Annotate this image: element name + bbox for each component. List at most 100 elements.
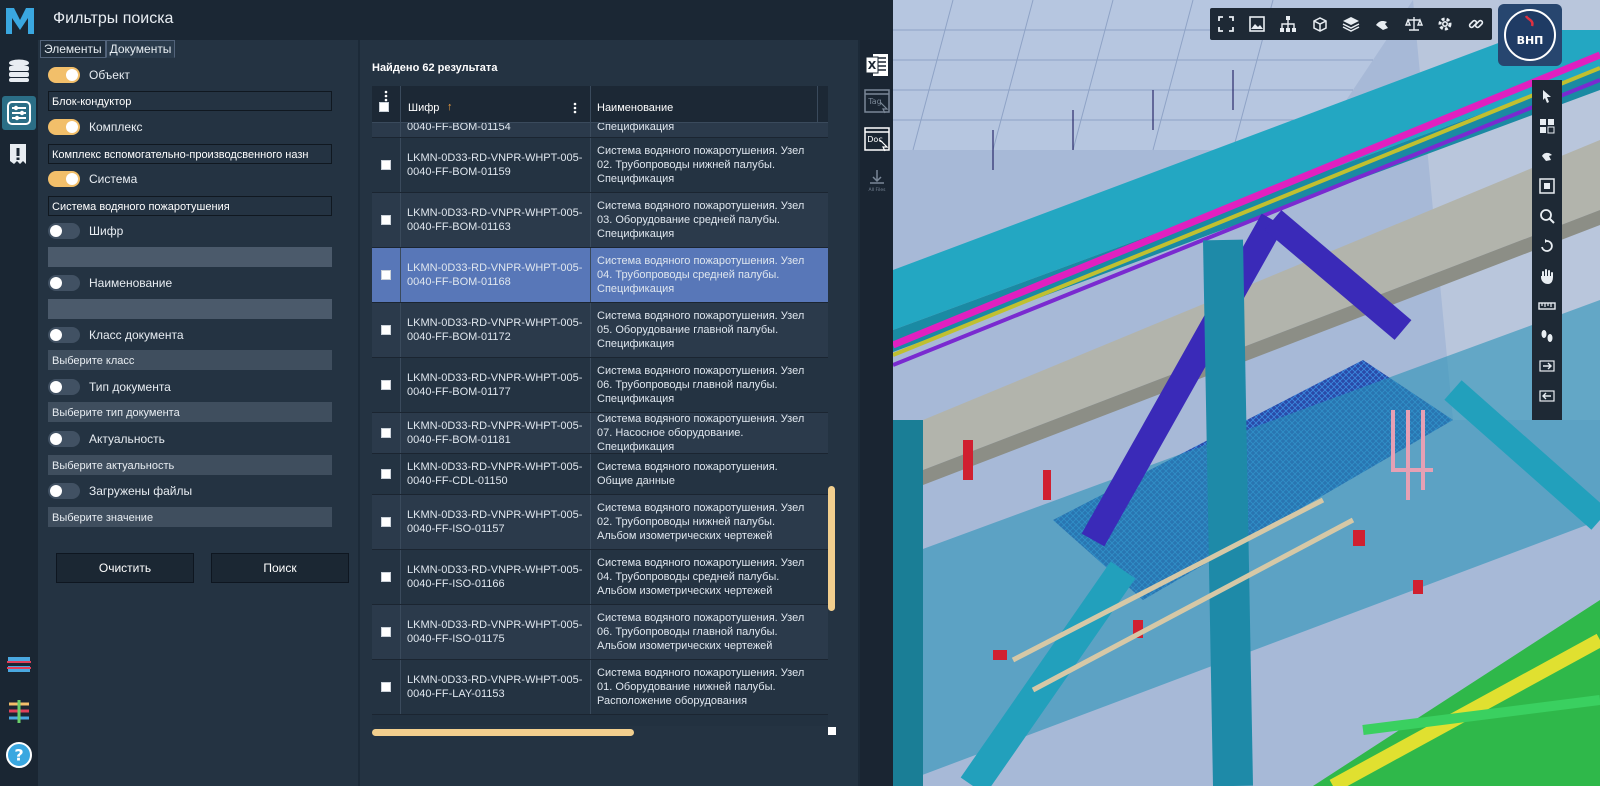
column-menu-icon[interactable] <box>384 90 388 102</box>
tab-documents[interactable]: Документы <box>105 40 176 58</box>
row-checkbox[interactable] <box>381 469 391 479</box>
row-checkbox[interactable] <box>381 270 391 280</box>
row-checkbox[interactable] <box>381 682 391 692</box>
row-checkbox[interactable] <box>381 627 391 637</box>
structure-icon[interactable] <box>2 694 36 728</box>
scroll-corner <box>828 727 836 735</box>
results-panel: Найдено 62 результата Шифр ↑ Наименовани… <box>360 40 858 786</box>
cube-icon[interactable] <box>1308 12 1332 36</box>
row-checkbox[interactable] <box>381 325 391 335</box>
filter-sliders-icon[interactable] <box>2 96 36 130</box>
levels-icon[interactable] <box>2 648 36 682</box>
filter-object-field[interactable]: Блок-кондуктор <box>48 91 332 111</box>
vertical-scrollbar[interactable] <box>828 126 838 726</box>
cursor-arrows-icon[interactable] <box>1535 144 1559 168</box>
results-count: Найдено 62 результата <box>372 62 498 74</box>
table-row[interactable]: LKMN-0D33-RD-VNPR-WHPT-005-0040-FF-ISO-0… <box>372 550 828 605</box>
hierarchy-icon[interactable] <box>1276 12 1300 36</box>
help-icon[interactable]: ? <box>2 738 36 772</box>
table-row[interactable]: LKMN-0D33-RD-VNPR-WHPT-005-0040-FF-BOM-0… <box>372 193 828 248</box>
zoom-window-icon[interactable] <box>1535 204 1559 228</box>
filter-name-field[interactable] <box>48 299 332 319</box>
doc-export-icon[interactable]: Doc <box>864 126 890 152</box>
pan-hand-icon[interactable] <box>1535 264 1559 288</box>
row-name: Система водяного пожаротушения. Узел 04.… <box>597 255 805 295</box>
search-button[interactable]: Поиск <box>211 553 349 583</box>
image-icon[interactable] <box>1245 12 1269 36</box>
fullscreen-icon[interactable] <box>1214 12 1238 36</box>
fit-screen-icon[interactable] <box>1535 174 1559 198</box>
model-viewport[interactable] <box>893 0 1600 786</box>
table-row-selected[interactable]: LKMN-0D33-RD-VNPR-WHPT-005-0040-FF-BOM-0… <box>372 248 828 303</box>
table-row[interactable]: LKMN-0D33-RD-VNPR-WHPT-005-0040-FF-LAY-0… <box>372 660 828 715</box>
measure-icon[interactable] <box>1535 294 1559 318</box>
filter-object-label: Объект <box>89 68 130 82</box>
row-code: LKMN-0D33-RD-VNPR-WHPT-005-0040-FF-BOM-0… <box>401 413 591 453</box>
horizontal-scroll-thumb[interactable] <box>372 729 634 736</box>
rotate-icon[interactable] <box>1535 234 1559 258</box>
link-icon[interactable] <box>1464 12 1488 36</box>
all-files-download-icon[interactable]: All Files <box>864 168 890 194</box>
filter-complex-field[interactable]: Комплекс вспомогательно-производсвенного… <box>48 144 332 164</box>
filter-system-toggle[interactable] <box>48 171 80 187</box>
tab-elements[interactable]: Элементы <box>40 40 106 58</box>
filter-code-field[interactable] <box>48 247 332 267</box>
plant-3d-model[interactable] <box>893 0 1600 786</box>
row-name: Система водяного пожаротушения. Узел 02.… <box>597 502 805 542</box>
layers-icon[interactable] <box>1339 12 1363 36</box>
database-icon[interactable] <box>2 54 36 88</box>
row-checkbox[interactable] <box>381 517 391 527</box>
table-row[interactable]: LKMN-0D33-RD-VNPR-WHPT-005-0040-FF-BOM-0… <box>372 303 828 358</box>
clear-button[interactable]: Очистить <box>56 553 194 583</box>
row-code: LKMN-0D33-RD-VNPR-WHPT-005-0040-FF-BOM-0… <box>401 303 591 357</box>
filter-relevance-label: Актуальность <box>89 432 165 446</box>
table-row[interactable]: LKMN-0D33-RD-VNPR-WHPT-005-0040-FF-CDL-0… <box>372 454 828 495</box>
hand-pointer-icon[interactable] <box>1370 12 1394 36</box>
filter-doc-class-select[interactable]: Выберите класс <box>48 350 332 370</box>
column-options-icon[interactable] <box>573 102 577 114</box>
filter-object-toggle[interactable] <box>48 67 80 83</box>
row-checkbox[interactable] <box>381 215 391 225</box>
table-row[interactable]: LKMN-0D33-RD-VNPR-WHPT-005-0040-FF-BOM-0… <box>372 413 828 454</box>
row-checkbox[interactable] <box>381 380 391 390</box>
vertical-scroll-thumb[interactable] <box>828 486 835 611</box>
walk-icon[interactable] <box>1535 324 1559 348</box>
row-checkbox[interactable] <box>381 572 391 582</box>
excel-export-icon[interactable]: X <box>864 52 890 78</box>
column-header-name[interactable]: Наименование <box>591 86 818 122</box>
table-row[interactable]: LKMN-0D33-RD-VNPR-WHPT-005-0040-FF-ISO-0… <box>372 605 828 660</box>
row-code: LKMN-0D33-RD-VNPR-WHPT-005-0040-FF-BOM-0… <box>401 193 591 247</box>
grid-view-icon[interactable] <box>1535 114 1559 138</box>
alert-document-icon[interactable] <box>2 138 36 172</box>
filter-object-row: Объект <box>48 65 130 85</box>
table-row[interactable]: LKMN-0D33-RD-VNPR-WHPT-005-0040-FF-ISO-0… <box>372 495 828 550</box>
filter-system-field[interactable]: Система водяного пожаротушения <box>48 196 332 216</box>
sort-asc-icon[interactable]: ↑ <box>447 101 453 113</box>
filter-doc-type-toggle[interactable] <box>48 379 80 395</box>
row-checkbox[interactable] <box>381 160 391 170</box>
table-row[interactable]: LKMN-0D33-RD-VNPR-WHPT-005-0040-FF-BOM-0… <box>372 138 828 193</box>
filter-doc-type-select[interactable]: Выберите тип документа <box>48 402 332 422</box>
filter-doc-class-toggle[interactable] <box>48 327 80 343</box>
scales-icon[interactable] <box>1402 12 1426 36</box>
column-header-code[interactable]: Шифр ↑ <box>400 86 591 122</box>
filter-files-select[interactable]: Выберите значение <box>48 507 332 527</box>
row-checkbox[interactable] <box>381 428 391 438</box>
panel-header: Фильтры поиска <box>38 0 893 40</box>
app-logo[interactable] <box>4 4 36 36</box>
select-all-checkbox[interactable] <box>379 102 389 112</box>
section-in-icon[interactable] <box>1535 354 1559 378</box>
filter-code-toggle[interactable] <box>48 223 80 239</box>
table-row[interactable]: LKMN-0D33-RD-VNPR-WHPT-005-0040-FF-BOM-0… <box>372 358 828 413</box>
filter-relevance-toggle[interactable] <box>48 431 80 447</box>
gear-icon[interactable] <box>1433 12 1457 36</box>
filter-name-toggle[interactable] <box>48 275 80 291</box>
select-cursor-icon[interactable] <box>1535 84 1559 108</box>
filter-complex-toggle[interactable] <box>48 119 80 135</box>
row-name: Система водяного пожаротушения. Узел 02.… <box>597 145 805 185</box>
filter-files-toggle[interactable] <box>48 483 80 499</box>
tag-export-icon[interactable]: Tag <box>864 88 890 114</box>
section-out-icon[interactable] <box>1535 384 1559 408</box>
filter-relevance-select[interactable]: Выберите актуальность <box>48 455 332 475</box>
filter-name-row: Наименование <box>48 273 172 293</box>
